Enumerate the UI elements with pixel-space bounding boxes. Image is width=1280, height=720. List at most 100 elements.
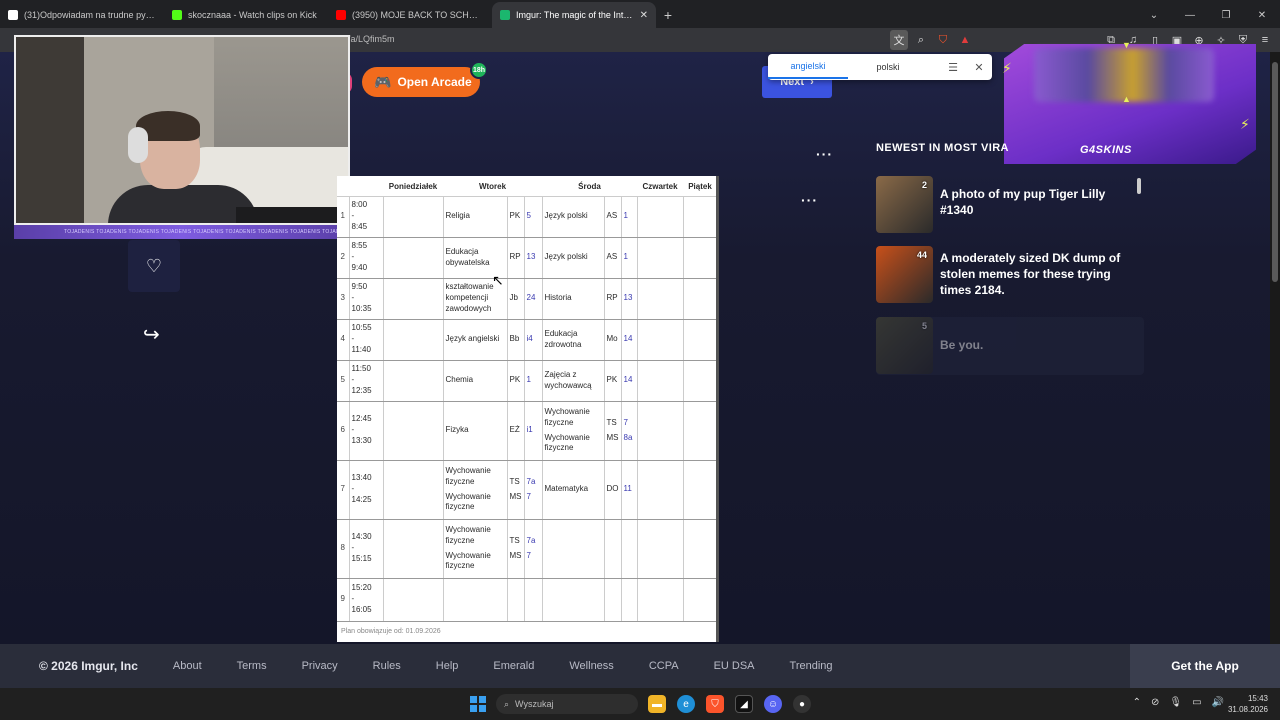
file-explorer-icon[interactable]: ▬ [648,695,666,713]
microphone-icon[interactable]: 🎙 [1169,697,1182,708]
lesson-number: 7 [337,460,350,520]
room-text: 1 [623,252,628,262]
tab-title: Imgur: The magic of the Internet [516,10,634,20]
newest-post-card[interactable]: 44 A moderately sized DK dump of stolen m… [876,246,1144,304]
close-tab-icon[interactable]: ✕ [634,10,648,21]
translate-icon[interactable]: 文 [890,30,908,50]
footer-link-about[interactable]: About [173,660,202,672]
browser-tab[interactable]: (31)Odpowiadam na trudne pytania [0,2,164,28]
display-icon[interactable]: ▭ [1192,697,1201,708]
room-text: i1 [526,425,533,435]
hamburger-menu-icon[interactable]: ☰ [940,61,966,74]
footer-link-ccpa[interactable]: CCPA [649,660,679,672]
search-icon: ⌕ [504,698,510,709]
g4skins-ad[interactable]: ⚡ ▼ ▲ ⚡ G4SKINS [1002,40,1256,164]
lesson-time: 13:40 - 14:25 [349,460,384,520]
subject-text: Chemia [445,375,474,385]
thursday-cell [637,519,684,579]
subject-text: Wychowanie fizyczne [445,550,491,571]
tab-favicon-icon [8,10,18,20]
post-options-icon[interactable]: ··· [816,146,833,162]
post-title[interactable]: Be you. [940,337,1140,353]
post-thumbnail[interactable]: 44 [876,246,933,303]
footer-link-emerald[interactable]: Emerald [493,660,534,672]
chevron-up-icon[interactable]: ⌃ [1133,697,1141,708]
footer-link-wellness[interactable]: Wellness [569,660,613,672]
footer-link-terms[interactable]: Terms [237,660,267,672]
taskbar-clock[interactable]: 15:43 31.08.2026 [1228,693,1268,715]
clock-date: 31.08.2026 [1227,705,1268,715]
footer-link-help[interactable]: Help [436,660,459,672]
teacher-text: RP [606,293,618,303]
edge-icon[interactable]: e [677,695,695,713]
subject-text: Matematyka [544,484,589,494]
post-title[interactable]: A moderately sized DK dump of stolen mem… [940,250,1140,299]
brave-icon[interactable]: ⛉ [706,695,724,713]
zoom-icon[interactable]: ⌕ [912,30,930,50]
address-bar[interactable]: /a/LQfim5m [348,34,395,44]
page-scrollbar[interactable] [1270,52,1280,644]
teacher-text: EŻ [509,425,520,435]
volume-icon[interactable]: 🔊 [1212,697,1224,708]
subject-cell [542,519,605,579]
room-cell [621,519,638,579]
clock-time: 15:43 [1247,694,1268,703]
timetable-row: 7 13:40 - 14:25 Wychowanie fizyczne Wychowa… [337,460,718,520]
image-options-icon[interactable]: ··· [801,192,818,208]
webcam-overlay [14,35,350,225]
footer-link-rules[interactable]: Rules [373,660,401,672]
open-arcade-button[interactable]: 🎮 Open Arcade 18h [362,61,488,97]
taskbar-search[interactable]: ⌕ Wyszukaj [496,694,638,714]
maximize-button[interactable]: ❐ [1208,10,1244,21]
brave-rewards-icon[interactable]: ▲ [956,30,974,50]
lesson-number: 9 [337,578,350,622]
room-text: 8a [623,432,633,442]
lesson-time: 9:50 - 10:35 [349,278,384,320]
webcam-name-strip: TOJADENIS TOJADENIS TOJADENIS TOJADENIS … [14,225,350,239]
timetable-table: Poniedziałek Wtorek Środa Czwartek Piąte… [337,178,718,622]
tab-title: skocznaaa - Watch clips on Kick [188,10,317,20]
post-thumbnail[interactable]: 5 [876,317,933,374]
start-button[interactable] [470,696,486,712]
tab-list-icon[interactable]: ⌄ [1136,10,1172,21]
browser-tab[interactable]: skocznaaa - Watch clips on Kick [164,2,328,28]
footer-link-eu-dsa[interactable]: EU DSA [714,660,755,672]
brave-shield-icon[interactable]: ⛉ [934,30,952,50]
lightning-icon: ⚡ [1002,60,1012,76]
new-tab-button[interactable]: + [656,2,680,28]
footer-link-trending[interactable]: Trending [790,660,833,672]
browser-tab[interactable]: Imgur: The magic of the Internet ✕ [492,2,656,28]
subject-cell: Wychowanie fizyczne Wychowanie fizyczne [542,401,605,461]
newest-post-card[interactable]: 2 A photo of my pup Tiger Lilly #1340 [876,176,1144,234]
post-thumbnail[interactable]: 2 [876,176,933,233]
newest-post-card[interactable]: 5 Be you. [876,317,1144,375]
get-the-app-button[interactable]: Get the App [1130,644,1280,688]
lesson-time: 15:20 - 16:05 [349,578,384,622]
source-language-tab[interactable]: angielski [768,55,848,79]
subject-cell: Religia [443,196,508,238]
close-icon[interactable]: ✕ [966,61,992,74]
room-text: i4 [526,334,533,344]
search-placeholder: Wyszukaj [515,699,554,709]
target-language-tab[interactable]: polski [848,56,928,78]
minimize-button[interactable]: — [1172,10,1208,21]
teacher-cell: PK [507,196,525,238]
mouse-cursor-icon: ↖ [492,272,504,288]
discord-icon[interactable]: ☺ [764,695,782,713]
menu-icon[interactable]: ≡ [1256,30,1274,50]
network-off-icon[interactable]: ⊘ [1151,697,1159,708]
app-icon[interactable]: ◢ [735,695,753,713]
friday-cell [683,278,718,320]
favorite-button[interactable]: ♡ [128,240,180,292]
post-title[interactable]: A photo of my pup Tiger Lilly #1340 [940,186,1140,218]
teacher-text: TS [509,535,520,545]
share-icon[interactable]: ↪ [143,322,160,347]
browser-tab[interactable]: (3950) MOJE BACK TO SCHOOL (tak [328,2,492,28]
subject-cell: Wychowanie fizyczne Wychowanie fizyczne [443,519,508,579]
footer-link-privacy[interactable]: Privacy [302,660,338,672]
room-cell [621,578,638,622]
close-window-button[interactable]: ✕ [1244,10,1280,21]
gamepad-icon: 🎮 [374,73,392,90]
lesson-number: 3 [337,278,350,320]
obs-icon[interactable]: ● [793,695,811,713]
